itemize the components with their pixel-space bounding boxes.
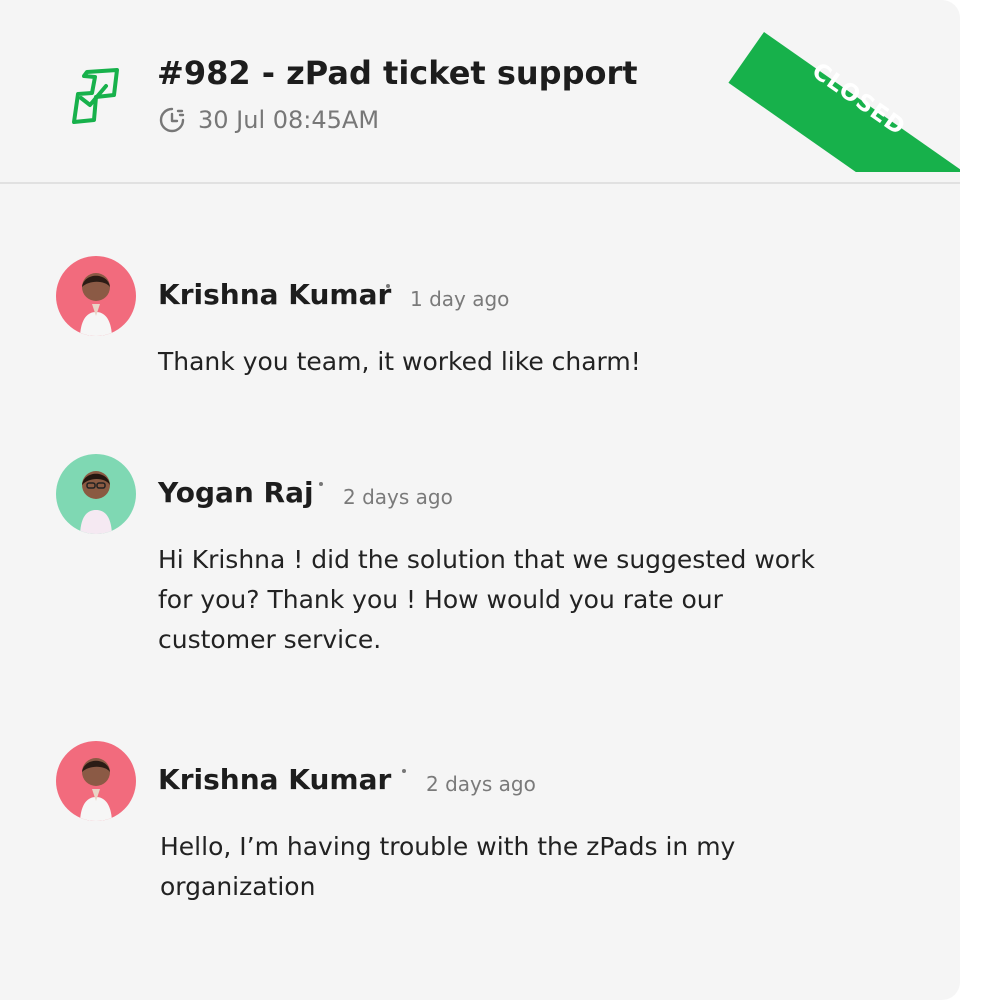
- separator-dot: [386, 284, 390, 288]
- message-time: 2 days ago: [426, 772, 536, 796]
- message-time: 2 days ago: [343, 485, 453, 509]
- message-author: Krishna Kumar: [158, 278, 392, 311]
- separator-dot: [402, 769, 406, 773]
- separator-dot: [319, 482, 323, 486]
- message-author: Krishna Kumar: [158, 763, 392, 796]
- avatar: [56, 454, 136, 534]
- avatar: [56, 256, 136, 336]
- ticket-header: #982 - zPad ticket support 30 Jul 08:45A…: [0, 0, 960, 184]
- avatar: [56, 741, 136, 821]
- ticket-title: #982 - zPad ticket support: [157, 54, 638, 92]
- message-author: Yogan Raj: [158, 476, 314, 509]
- ticket-icon: [72, 68, 119, 124]
- status-ribbon: CLOSED: [710, 0, 960, 172]
- ticket-datetime: 30 Jul 08:45AM: [198, 106, 380, 134]
- message-text: Thank you team, it worked like charm!: [158, 347, 641, 376]
- message-time: 1 day ago: [410, 287, 510, 311]
- clock-icon: [159, 107, 185, 133]
- message-text: Hello, I’m having trouble with the zPads…: [160, 832, 736, 901]
- ticket-card: #982 - zPad ticket support 30 Jul 08:45A…: [0, 0, 960, 1000]
- ticket-meta: 30 Jul 08:45AM: [158, 106, 379, 134]
- message-text: Hi Krishna ! did the solution that we su…: [158, 545, 815, 654]
